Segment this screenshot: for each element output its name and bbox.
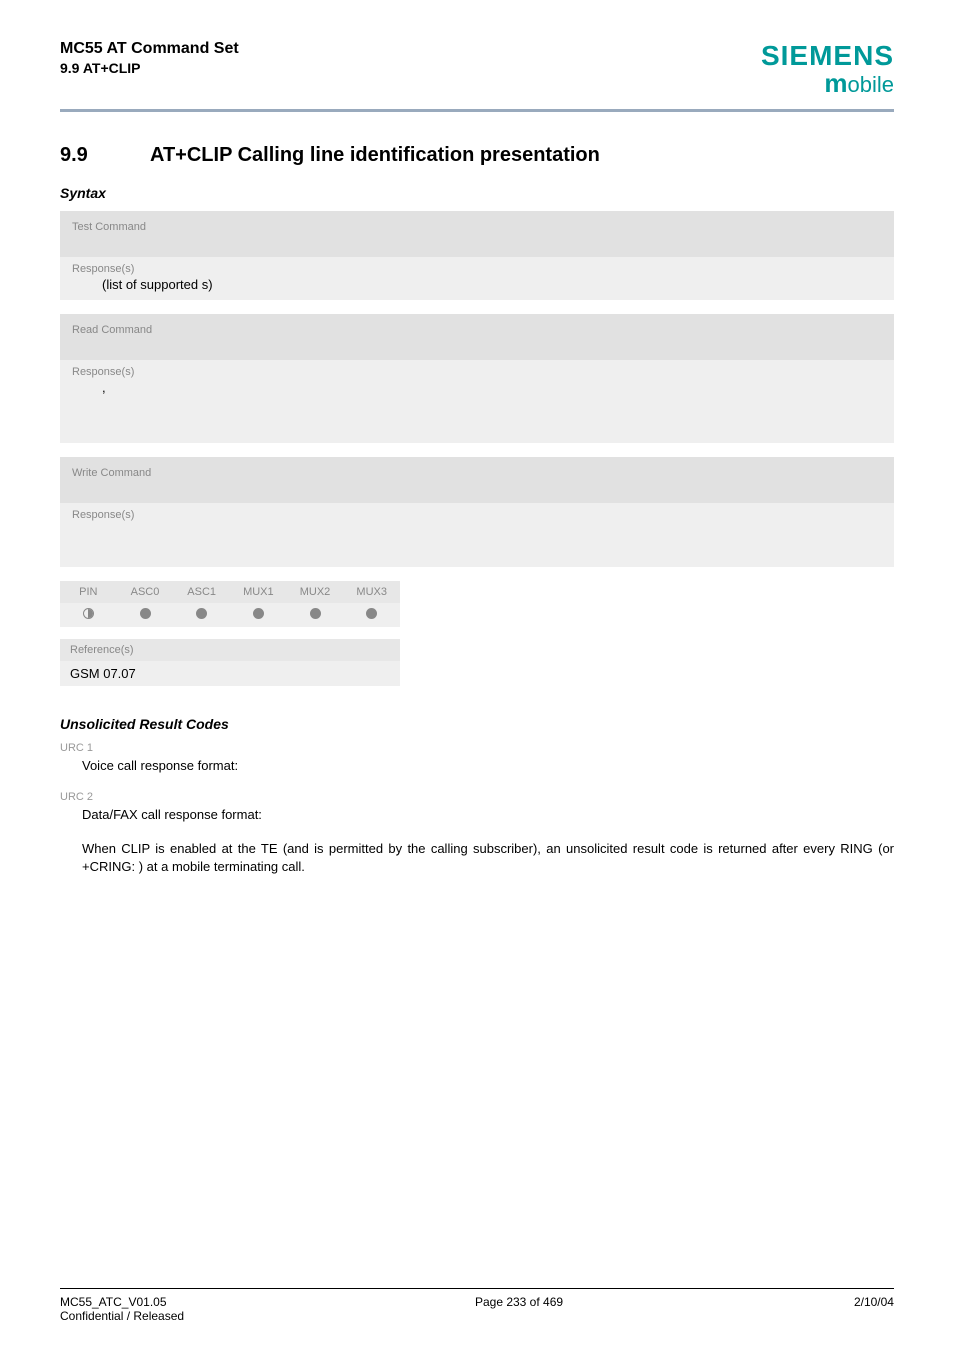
full-dot-icon (310, 608, 321, 619)
footer-version: MC55_ATC_V01.05 (60, 1295, 184, 1309)
col-asc1: ASC1 (173, 581, 230, 603)
response-label: Response(s) (72, 366, 134, 378)
capability-matrix: PIN ASC0 ASC1 MUX1 MUX2 MUX3 (60, 581, 400, 627)
footer-page: Page 233 of 469 (475, 1295, 563, 1323)
read-command-block: Read Command Response(s) , (60, 314, 894, 443)
half-dot-icon (83, 608, 94, 619)
col-asc0: ASC0 (117, 581, 174, 603)
full-dot-icon (196, 608, 207, 619)
footer-confidential: Confidential / Released (60, 1309, 184, 1323)
section-number: 9.9 (60, 144, 150, 167)
urc1-num: URC 1 (60, 742, 894, 754)
read-response-line: , (72, 378, 882, 397)
response-label: Response(s) (72, 263, 134, 275)
col-mux2: MUX2 (287, 581, 344, 603)
urc2-num: URC 2 (60, 791, 894, 803)
write-command-head: Write Command (60, 457, 894, 503)
cell-pin (60, 603, 117, 627)
page-header: MC55 AT Command Set 9.9 AT+CLIP SIEMENS … (60, 40, 894, 112)
test-command-block: Test Command Response(s) (list of suppor… (60, 211, 894, 300)
urc-label: Unsolicited Result Codes (60, 716, 894, 732)
full-dot-icon (140, 608, 151, 619)
cell-mux3 (343, 603, 400, 627)
col-mux3: MUX3 (343, 581, 400, 603)
cell-asc0 (117, 603, 174, 627)
full-dot-icon (253, 608, 264, 619)
read-command-head: Read Command (60, 314, 894, 360)
test-command-head: Test Command (60, 211, 894, 257)
response-label: Response(s) (72, 509, 134, 521)
write-command-body: Response(s) (60, 503, 894, 567)
cell-mux2 (287, 603, 344, 627)
matrix-header-row: PIN ASC0 ASC1 MUX1 MUX2 MUX3 (60, 581, 400, 603)
write-command-block: Write Command Response(s) (60, 457, 894, 567)
test-response-line: (list of supported s) (72, 275, 882, 294)
col-pin: PIN (60, 581, 117, 603)
urc1-text: Voice call response format: (60, 758, 894, 773)
col-mux1: MUX1 (230, 581, 287, 603)
reference-block: Reference(s) GSM 07.07 (60, 639, 400, 686)
logo-sub: mobile (761, 68, 894, 99)
matrix-data-row (60, 603, 400, 627)
full-dot-icon (366, 608, 377, 619)
cell-mux1 (230, 603, 287, 627)
page-footer: MC55_ATC_V01.05 Confidential / Released … (60, 1288, 894, 1323)
urc-paragraph: When CLIP is enabled at the TE (and is p… (60, 840, 894, 875)
siemens-logo: SIEMENS mobile (761, 40, 894, 99)
doc-title: MC55 AT Command Set (60, 40, 239, 58)
doc-subtitle: 9.9 AT+CLIP (60, 60, 239, 76)
syntax-label: Syntax (60, 185, 894, 201)
cell-asc1 (173, 603, 230, 627)
section-title: AT+CLIP Calling line identification pres… (150, 144, 600, 166)
reference-body: GSM 07.07 (60, 661, 400, 686)
read-command-body: Response(s) , (60, 360, 894, 443)
footer-left: MC55_ATC_V01.05 Confidential / Released (60, 1295, 184, 1323)
section-heading: 9.9AT+CLIP Calling line identification p… (60, 144, 894, 167)
urc2-text: Data/FAX call response format: (60, 807, 894, 822)
reference-head: Reference(s) (60, 639, 400, 661)
test-command-body: Response(s) (list of supported s) (60, 257, 894, 300)
footer-date: 2/10/04 (854, 1295, 894, 1323)
